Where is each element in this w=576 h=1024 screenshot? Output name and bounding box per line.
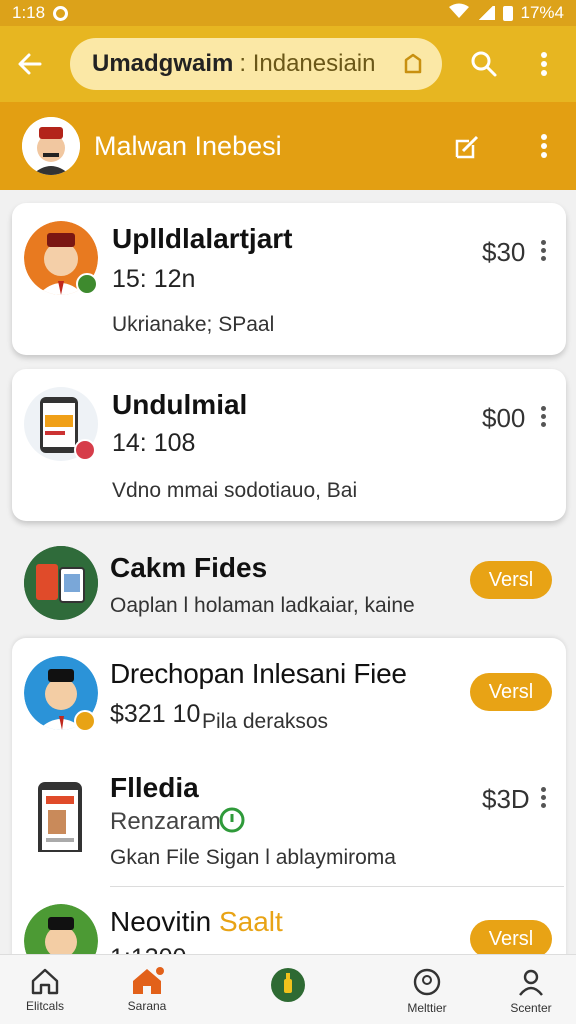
home-icon	[31, 968, 59, 995]
bottom-navigation: Elitcals Sarana Melttier Scenter	[0, 954, 576, 1024]
list-item[interactable]: Drechopan Inlesani Fiee $321 10 Pila der…	[12, 650, 566, 746]
item-title: Uplldlalartjart	[112, 223, 293, 254]
nav-label: Melttier	[407, 1001, 447, 1015]
nav-item-add[interactable]	[243, 955, 333, 1024]
avatar[interactable]	[22, 117, 80, 175]
nav-item-person[interactable]: Scenter	[486, 955, 576, 1024]
search-toolbar: Umadgwaim : Indanesiain	[0, 26, 576, 102]
nav-item-profile[interactable]: Melttier	[382, 955, 472, 1024]
search-query-rest: : Indanesiain	[239, 50, 376, 77]
nav-label: Scenter	[510, 1001, 552, 1015]
back-arrow-icon	[18, 53, 42, 75]
item-title-highlight: Saalt	[218, 906, 283, 937]
item-price: $30	[482, 237, 526, 267]
header-more-icon[interactable]	[530, 130, 558, 162]
list-item[interactable]: Flledia Renzaram Gkan File Sigan l ablay…	[12, 766, 566, 886]
item-title: Drechopan Inlesani Fiee	[110, 658, 407, 689]
item-title: Neovitin Saalt	[110, 906, 283, 938]
signal-icon	[476, 6, 495, 20]
item-subtitle: 15: 12n	[112, 265, 196, 293]
status-time: 1:18	[12, 3, 46, 22]
online-badge-icon	[76, 273, 98, 295]
notification-icon	[53, 5, 69, 21]
app-thumbnail-icon	[24, 546, 98, 620]
header-title: Malwan Inebesi	[94, 130, 282, 161]
app-screen: 1:18 17%4 Umadgwaim : Indanesiain Malwan…	[0, 0, 576, 1024]
bookmark-icon[interactable]	[400, 51, 426, 77]
search-query-bold: Umadgwaim	[92, 50, 234, 77]
wifi-icon	[448, 3, 469, 24]
item-subtitle: Renzaram	[110, 808, 221, 835]
version-button[interactable]: Versl	[470, 920, 552, 958]
item-more-icon[interactable]	[536, 237, 550, 265]
status-bar: 1:18 17%4	[0, 0, 576, 26]
play-badge-icon	[74, 439, 96, 461]
phone-thumbnail-icon	[24, 778, 98, 852]
search-input[interactable]: Umadgwaim : Indanesiain	[70, 38, 442, 90]
item-description: Vdno mmai sodotiauo, Bai	[112, 479, 358, 502]
item-description: Gkan File Sigan l ablaymiroma	[110, 846, 396, 869]
item-price: $00	[482, 403, 526, 433]
add-icon	[271, 968, 305, 1002]
nav-item-home[interactable]: Elitcals	[0, 955, 90, 1024]
status-right-text: 17%4	[520, 3, 564, 22]
search-icon[interactable]	[464, 44, 504, 84]
item-description: Pila deraksos	[202, 710, 329, 733]
list-item[interactable]: Cakm Fides Oaplan l holaman ladkaiar, ka…	[12, 540, 566, 630]
nav-label: Elitcals	[25, 999, 64, 1013]
channel-header: Malwan Inebesi	[0, 102, 576, 190]
divider	[110, 886, 564, 887]
version-button[interactable]: Versl	[470, 561, 552, 599]
item-more-icon[interactable]	[536, 403, 550, 431]
home-active-icon	[133, 967, 164, 994]
item-subtitle: $321 10	[110, 700, 201, 728]
results-panel: Drechopan Inlesani Fiee $321 10 Pila der…	[12, 638, 566, 978]
item-title-text: Neovitin	[110, 906, 212, 937]
item-more-icon[interactable]	[536, 784, 550, 812]
item-description: Ukrianake; SPaal	[112, 313, 275, 336]
version-button[interactable]: Versl	[470, 673, 552, 711]
more-vert-icon[interactable]	[524, 44, 564, 84]
nav-item-active[interactable]: Sarana	[102, 955, 192, 1024]
person-icon	[519, 969, 543, 996]
item-title: Cakm Fides	[110, 552, 268, 583]
item-title: Flledia	[110, 772, 199, 803]
edit-icon[interactable]	[452, 132, 482, 162]
star-badge-icon	[74, 710, 96, 732]
item-title: Undulmial	[112, 389, 248, 420]
nav-label: Sarana	[127, 999, 167, 1013]
battery-icon	[502, 5, 513, 21]
verified-icon	[218, 806, 246, 834]
profile-circle-icon	[413, 968, 441, 996]
back-button[interactable]	[0, 34, 60, 94]
list-item[interactable]: Undulmial 14: 108 Vdno mmai sodotiauo, B…	[12, 369, 566, 521]
item-description: Oaplan l holaman ladkaiar, kaine	[110, 594, 415, 617]
item-subtitle: 14: 108	[112, 429, 196, 457]
list-item[interactable]: Uplldlalartjart 15: 12n Ukrianake; SPaal…	[12, 203, 566, 355]
item-price: $3D	[482, 784, 530, 814]
